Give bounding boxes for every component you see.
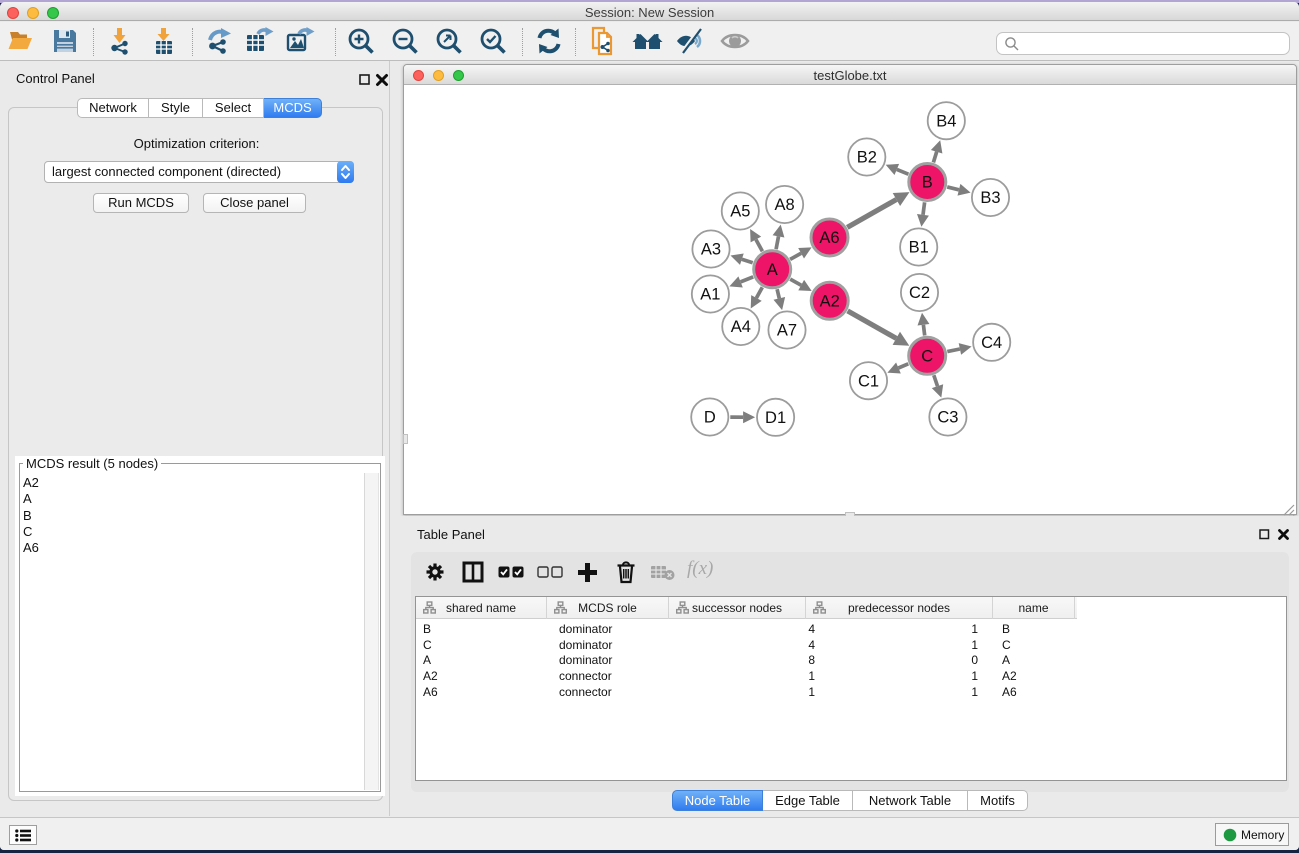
svg-text:A2: A2: [820, 292, 840, 310]
svg-text:C: C: [921, 347, 933, 365]
svg-text:C3: C3: [937, 409, 958, 427]
svg-text:A3: A3: [701, 241, 721, 259]
svg-text:C2: C2: [909, 284, 930, 302]
svg-text:A6: A6: [819, 229, 839, 247]
svg-text:A4: A4: [731, 318, 751, 336]
svg-text:A7: A7: [777, 322, 797, 340]
svg-text:D: D: [704, 409, 716, 427]
svg-text:B: B: [922, 174, 933, 192]
svg-text:B2: B2: [857, 149, 877, 167]
svg-text:A1: A1: [700, 286, 720, 304]
svg-text:B3: B3: [980, 189, 1000, 207]
svg-text:A8: A8: [775, 196, 795, 214]
svg-text:A5: A5: [730, 203, 750, 221]
svg-text:B4: B4: [936, 112, 956, 130]
svg-text:D1: D1: [765, 409, 786, 427]
svg-text:B1: B1: [909, 239, 929, 257]
svg-text:C4: C4: [981, 334, 1002, 352]
svg-text:C1: C1: [858, 372, 879, 390]
svg-text:A: A: [767, 261, 778, 279]
